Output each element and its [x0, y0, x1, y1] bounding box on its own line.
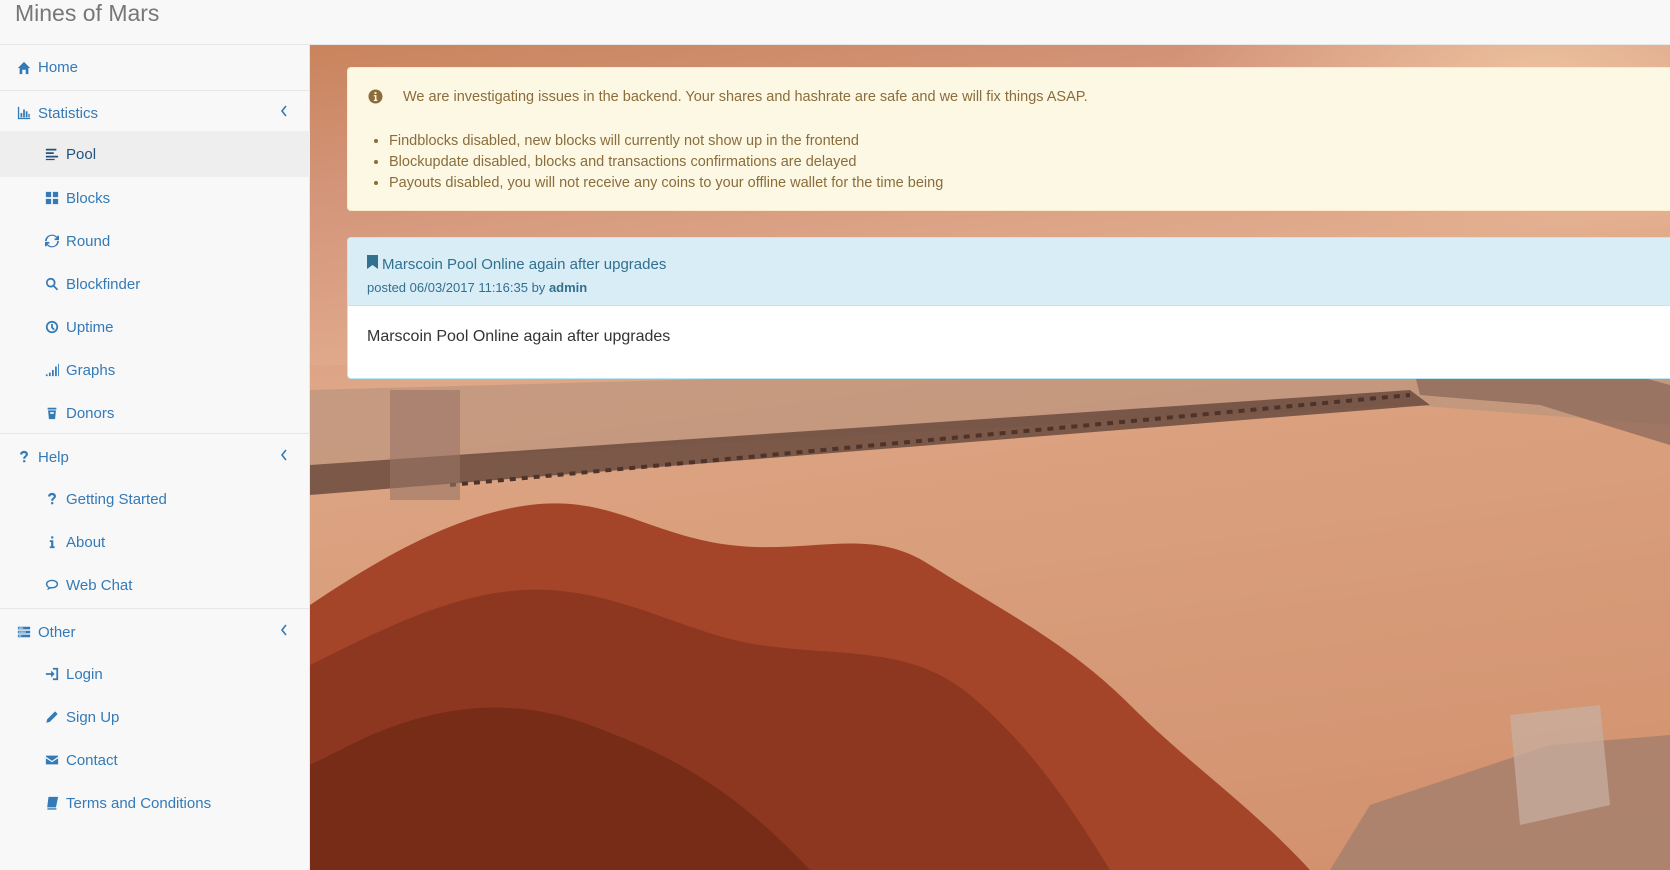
sidebar-item-label: Graphs [66, 361, 116, 379]
sidebar-item-label: Login [66, 665, 103, 683]
news-title-text: Marscoin Pool Online again after upgrade… [382, 255, 667, 273]
sidebar-item-round[interactable]: Round [0, 218, 310, 264]
sidebar-item-login[interactable]: Login [0, 651, 310, 697]
bar-chart-icon [16, 105, 32, 121]
align-left-icon [44, 146, 60, 162]
sidebar-item-donors[interactable]: Donors [0, 390, 310, 436]
sidebar-item-label: Terms and Conditions [66, 794, 212, 812]
sidebar-item-label: Sign Up [66, 708, 120, 726]
alert-list-item: Payouts disabled, you will not receive a… [389, 173, 943, 194]
sidebar-item-web-chat[interactable]: Web Chat [0, 562, 310, 608]
sidebar-item-statistics[interactable]: Statistics [0, 90, 310, 136]
sidebar-item-home[interactable]: Home [0, 45, 310, 91]
sidebar-item-help[interactable]: Help [0, 434, 310, 480]
alert-list-item: Findblocks disabled, new blocks will cur… [389, 131, 943, 152]
main-content: We are investigating issues in the backe… [310, 45, 1670, 870]
sidebar-item-about[interactable]: About [0, 519, 310, 565]
sidebar-item-label: Donors [66, 404, 115, 422]
news-author: admin [548, 280, 588, 295]
sidebar-item-label: Other [38, 623, 76, 641]
news-panel: Marscoin Pool Online again after upgrade… [347, 237, 1670, 379]
sidebar-item-label: Uptime [66, 318, 114, 336]
sidebar-item-terms[interactable]: Terms and Conditions [0, 780, 310, 826]
bucket-icon [44, 405, 60, 421]
news-title[interactable]: Marscoin Pool Online again after upgrade… [367, 255, 666, 273]
sidebar-item-label: Web Chat [66, 576, 133, 594]
chevron-left-icon [280, 104, 290, 118]
signal-icon [44, 362, 60, 378]
info-icon [44, 534, 60, 550]
sidebar-item-label: Help [38, 448, 69, 466]
question-icon [16, 449, 32, 465]
news-posted: posted 06/03/2017 11:16:35 by [367, 280, 546, 295]
question-icon [44, 491, 60, 507]
news-meta: posted 06/03/2017 11:16:35 by admin [367, 280, 587, 295]
clock-icon [44, 319, 60, 335]
sidebar-item-contact[interactable]: Contact [0, 737, 310, 783]
pencil-icon [44, 709, 60, 725]
top-navbar: Mines of Mars [0, 0, 1670, 45]
th-large-icon [44, 190, 60, 206]
search-icon [44, 276, 60, 292]
sidebar-item-label: Home [38, 59, 79, 76]
chevron-left-icon [280, 448, 290, 462]
sign-in-icon [44, 666, 60, 682]
sidebar-item-pool[interactable]: Pool [0, 131, 310, 177]
alert-message: We are investigating issues in the backe… [403, 89, 1088, 105]
comment-icon [44, 577, 60, 593]
sidebar-item-label: Pool [66, 145, 97, 163]
info-circle-icon [368, 89, 383, 104]
sidebar-item-getting-started[interactable]: Getting Started [0, 476, 310, 522]
sidebar-item-other[interactable]: Other [0, 609, 310, 655]
news-body: Marscoin Pool Online again after upgrade… [367, 328, 671, 345]
sidebar-item-label: Blockfinder [66, 275, 141, 293]
sidebar-item-label: Getting Started [66, 490, 167, 508]
chevron-left-icon [280, 623, 290, 637]
sidebar-item-sign-up[interactable]: Sign Up [0, 694, 310, 740]
news-panel-heading: Marscoin Pool Online again after upgrade… [348, 238, 1670, 306]
home-icon [16, 60, 32, 76]
alert-list: Findblocks disabled, new blocks will cur… [389, 131, 943, 194]
sidebar-item-graphs[interactable]: Graphs [0, 347, 310, 393]
bookmark-icon [367, 255, 382, 273]
sidebar-item-label: Statistics [38, 104, 99, 122]
sidebar-item-blockfinder[interactable]: Blockfinder [0, 261, 310, 307]
sidebar: Home Statistics Pool Blocks Round Blockf… [0, 45, 310, 870]
sidebar-item-label: Blocks [66, 189, 111, 207]
sidebar-item-uptime[interactable]: Uptime [0, 304, 310, 350]
sidebar-item-label: About [66, 533, 106, 551]
book-icon [44, 795, 60, 811]
maintenance-alert: We are investigating issues in the backe… [347, 67, 1670, 211]
refresh-icon [44, 233, 60, 249]
envelope-icon [44, 752, 60, 768]
sidebar-item-label: Contact [66, 751, 118, 769]
alert-list-item: Blockupdate disabled, blocks and transac… [389, 152, 943, 173]
brand-title[interactable]: Mines of Mars [15, 0, 159, 26]
sidebar-item-blocks[interactable]: Blocks [0, 175, 310, 221]
sidebar-item-label: Round [66, 232, 111, 250]
tasks-icon [16, 624, 32, 640]
